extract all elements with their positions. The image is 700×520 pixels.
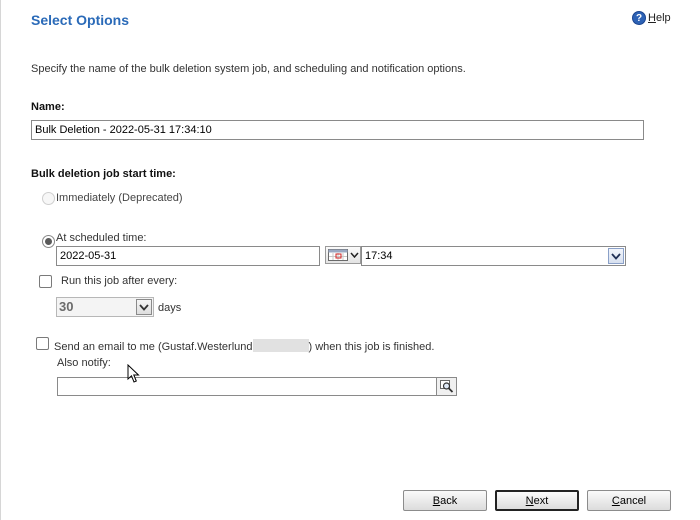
help-label-accel: H [648,12,656,24]
calendar-dropdown-icon [349,252,359,258]
help-question-icon: ? [632,11,646,25]
left-border [0,0,1,520]
page-title: Select Options [31,12,130,28]
immediately-radio[interactable] [42,192,55,205]
page-description: Specify the name of the bulk deletion sy… [31,63,466,75]
calendar-button[interactable] [325,246,361,264]
start-time-label: Bulk deletion job start time: [31,168,176,180]
cancel-button-rest: ancel [619,494,647,507]
scheduled-time-value: 17:34 [365,250,393,262]
email-notify-label-prefix: Send an email to me (Gustaf.Westerlund [54,341,253,353]
immediately-label: Immediately (Deprecated) [56,192,183,204]
next-button-rest: ext [533,494,549,507]
help-link[interactable]: ? Help [632,11,671,25]
cancel-button-accel: C [611,494,620,507]
calendar-icon [327,249,348,261]
back-button-rest: ack [440,494,458,507]
back-button-accel: B [432,494,441,507]
cancel-button[interactable]: Cancel [587,490,671,511]
lookup-search-icon [439,380,453,393]
email-notify-label-suffix: ) when this job is finished. [308,341,435,353]
mouse-pointer-icon [127,364,140,383]
time-dropdown-button[interactable] [608,248,624,264]
recurrence-interval-select[interactable]: 30 [56,297,154,317]
email-notify-label: Send an email to me (Gustaf.Westerlund ) … [54,339,434,353]
interval-dropdown-button[interactable] [136,299,152,315]
chevron-down-icon [139,303,149,311]
scheduled-date-input[interactable]: 2022-05-31 [56,246,320,266]
scheduled-time-radio[interactable] [42,235,55,248]
lookup-button[interactable] [436,377,457,396]
help-label-rest: elp [655,12,671,24]
back-button[interactable]: Back [403,490,487,511]
recurrence-interval-value: 30 [59,299,74,314]
redacted-email-block [252,339,309,352]
name-label: Name: [31,101,65,113]
email-notify-checkbox[interactable] [36,337,49,350]
recurrence-checkbox[interactable] [39,275,52,288]
chevron-down-icon [611,252,621,260]
help-label[interactable]: Help [648,12,671,24]
next-button[interactable]: Next [495,490,579,511]
scheduled-time-label: At scheduled time: [56,232,147,244]
recurrence-unit-label: days [158,302,182,314]
also-notify-input[interactable] [57,377,437,396]
scheduled-time-select[interactable]: 17:34 [361,246,626,266]
also-notify-label: Also notify: [57,357,111,369]
recurrence-label: Run this job after every: [61,275,178,287]
next-button-accel: N [525,494,534,507]
job-name-input[interactable] [31,120,644,140]
